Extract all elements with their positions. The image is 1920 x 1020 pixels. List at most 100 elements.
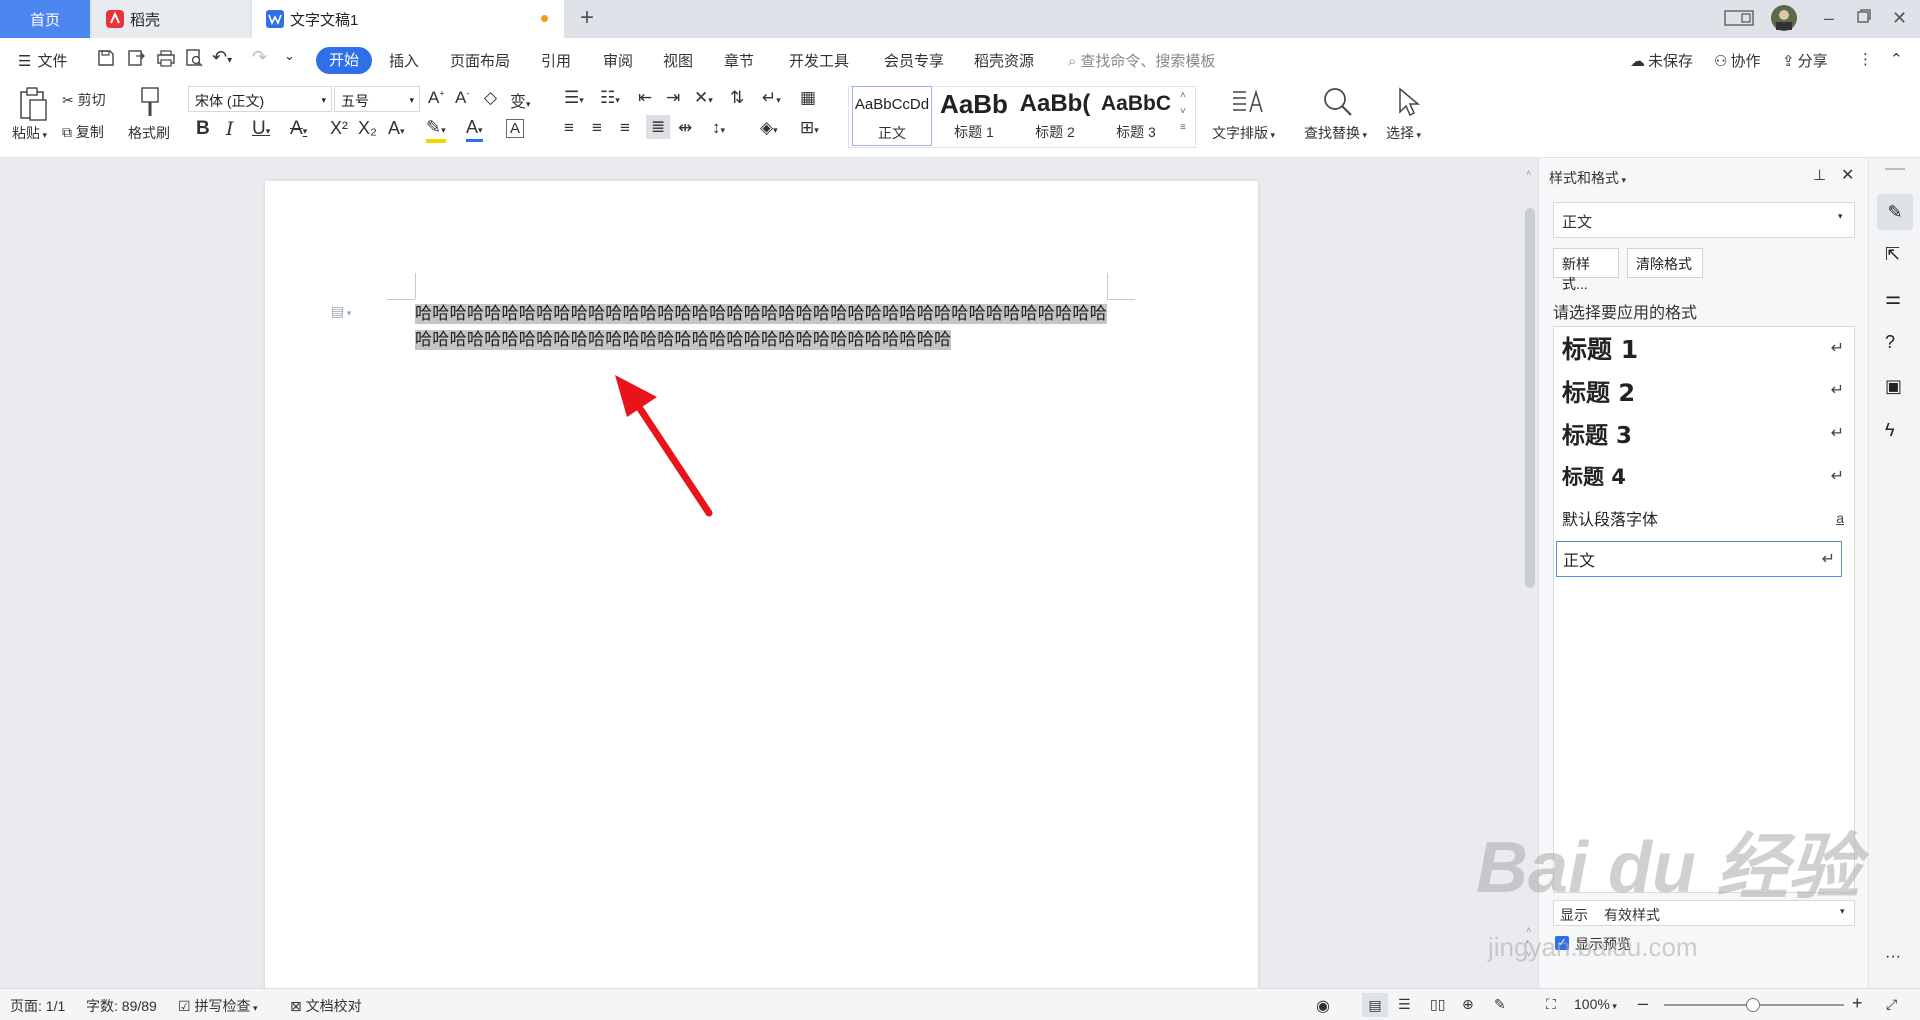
close-window-button[interactable]: ✕ [1892,8,1907,29]
zoom-level-select[interactable]: 100% ▾ [1574,996,1617,1012]
maximize-button[interactable] [1856,8,1872,24]
zoom-slider-handle[interactable] [1746,998,1760,1012]
page-view-icon[interactable]: ▤ [1362,993,1388,1017]
style-heading3[interactable]: AaBbC 标题 3 [1098,86,1174,146]
subscript-icon[interactable]: X₂ [358,118,377,139]
tab-start[interactable]: 开始 [316,47,372,74]
bold-icon[interactable]: B [196,118,210,140]
zoom-in-button[interactable]: + [1852,993,1863,1014]
collab-button[interactable]: ⚇ 协作 [1714,50,1760,71]
file-menu[interactable]: ☰ 文件 [18,50,67,71]
style-list-heading4[interactable]: 标题 4 ↵ [1562,457,1844,495]
lightning-icon[interactable]: ϟ [1885,420,1895,441]
tab-insert[interactable]: 插入 [389,50,419,71]
style-heading2[interactable]: AaBb( 标题 2 [1016,86,1094,146]
word-count[interactable]: 字数: 89/89 [86,996,157,1016]
layout-toggle-icon[interactable] [1724,8,1754,28]
tab-resources[interactable]: 稻壳资源 [974,50,1034,71]
more-tools-icon[interactable]: ··· [1885,948,1901,966]
style-gallery-scroll-icon[interactable]: ˄ ˅ ≡ [1180,88,1186,136]
font-name-select[interactable]: 宋体 (正文) ▾ [188,86,332,112]
show-marks-icon[interactable]: ↵▾ [762,88,781,108]
share-button[interactable]: ⇪ 分享 [1782,50,1828,71]
fullscreen-icon[interactable]: ⤢ [1886,996,1897,1013]
text-layout-icon[interactable] [1230,86,1264,118]
sort-icon[interactable]: ⇅ [730,88,744,108]
find-replace-button[interactable]: 查找替换 ▾ [1304,123,1367,143]
tab-document[interactable]: 文字文稿1 [252,0,564,38]
superscript-icon[interactable]: X² [330,118,348,139]
page-indicator[interactable]: 页面: 1/1 [10,996,65,1016]
tab-reference[interactable]: 引用 [541,50,571,71]
find-replace-icon[interactable] [1322,86,1354,118]
tab-chapter[interactable]: 章节 [724,50,754,71]
pin-icon[interactable]: ⊥ [1813,166,1826,184]
align-left-icon[interactable]: ≡ [564,118,574,138]
grow-font-icon[interactable]: A+ [428,88,445,108]
style-brush-icon[interactable]: ✎ [1877,194,1913,230]
scroll-up-icon[interactable]: ˄ [1526,168,1531,178]
style-list-heading1[interactable]: 标题 1 ↵ [1562,329,1844,367]
numbered-list-icon[interactable]: ☷▾ [600,88,620,108]
print-preview-icon[interactable] [184,48,204,68]
format-painter-icon[interactable] [136,86,164,120]
fit-page-icon[interactable]: ⛶ [1546,996,1556,1013]
phonetic-icon[interactable]: 变▾ [510,88,531,112]
styles-panel-title[interactable]: 样式和格式 ▾ [1549,168,1626,188]
chinese-layout-icon[interactable]: ✕▾ [694,88,713,108]
increase-indent-icon[interactable]: ⇥ [666,88,680,108]
line-spacing-icon[interactable]: ↕▾ [712,118,725,138]
minimize-button[interactable]: – [1824,8,1834,29]
shrink-font-icon[interactable]: A- [455,88,469,108]
web-view-icon[interactable]: ⊕ [1462,996,1474,1013]
paste-icon[interactable] [16,86,50,122]
tab-view[interactable]: 视图 [663,50,693,71]
redo-icon[interactable]: ↷ [252,47,267,68]
avatar[interactable] [1770,4,1798,32]
close-panel-icon[interactable]: ✕ [1841,165,1854,185]
shading-icon[interactable]: ◈▾ [760,118,778,138]
select-button[interactable]: 选择 ▾ [1386,123,1421,143]
text-layout-button[interactable]: 文字排版 ▾ [1212,123,1275,143]
select-cursor-icon[interactable] [1394,86,1422,118]
export-icon[interactable] [126,48,146,68]
bullet-list-icon[interactable]: ☰▾ [564,88,584,108]
reading-view-icon[interactable]: ▯▯ [1430,996,1445,1013]
tab-home[interactable]: 首页 [0,0,90,38]
print-icon[interactable] [156,48,176,68]
style-list-default-font[interactable]: 默认段落字体 a [1562,499,1844,537]
more-menu-icon[interactable]: ⋮ [1858,50,1873,68]
image-edit-icon[interactable]: ▣ [1885,376,1902,397]
adjust-icon[interactable]: ⚌ [1885,288,1901,309]
zoom-out-button[interactable]: – [1638,993,1648,1014]
cursor-icon[interactable]: ⇱ [1885,244,1900,265]
collapse-ribbon-icon[interactable]: ⌃ [1890,50,1903,68]
paragraph-handle-icon[interactable]: ▤ ▾ [331,303,351,320]
proofread-button[interactable]: ⊠ 文档校对 [290,996,362,1016]
strikethrough-icon[interactable]: A▾ [290,118,307,140]
highlight-icon[interactable]: ✎▾ [426,118,446,143]
undo-icon[interactable]: ↶▾ [212,47,232,68]
table-tools-icon[interactable]: ▦ [800,88,816,108]
style-heading1[interactable]: AaBb 标题 1 [936,86,1012,146]
tab-dev-tools[interactable]: 开发工具 [789,50,849,71]
tab-review[interactable]: 审阅 [603,50,633,71]
spell-check-button[interactable]: ☑ 拼写检查 ▾ [178,996,257,1016]
format-painter-button[interactable]: 格式刷 [128,123,170,143]
borders-icon[interactable]: ⊞▾ [800,118,819,138]
paste-button[interactable]: 粘贴 ▾ [12,123,47,143]
align-right-icon[interactable]: ≡ [620,118,630,138]
help-icon[interactable]: ? [1885,332,1895,353]
distribute-icon[interactable]: ⇹ [678,118,692,138]
style-list-heading2[interactable]: 标题 2 ↵ [1562,371,1844,409]
outline-view-icon[interactable]: ☰ [1398,996,1411,1013]
document-body-text[interactable]: 哈哈哈哈哈哈哈哈哈哈哈哈哈哈哈哈哈哈哈哈哈哈哈哈哈哈哈哈哈哈哈哈哈哈哈哈哈哈哈哈… [415,301,1107,353]
decrease-indent-icon[interactable]: ⇤ [638,88,652,108]
italic-icon[interactable]: I [226,118,234,140]
style-normal[interactable]: AaBbCcDd 正文 [852,86,932,146]
clear-format-button[interactable]: 清除格式 [1627,248,1703,278]
copy-button[interactable]: ⧉ 复制 [62,122,104,142]
style-list-heading3[interactable]: 标题 3 ↵ [1562,414,1844,452]
unsaved-status[interactable]: ☁ 未保存 [1630,50,1693,71]
tab-page-layout[interactable]: 页面布局 [450,50,510,71]
